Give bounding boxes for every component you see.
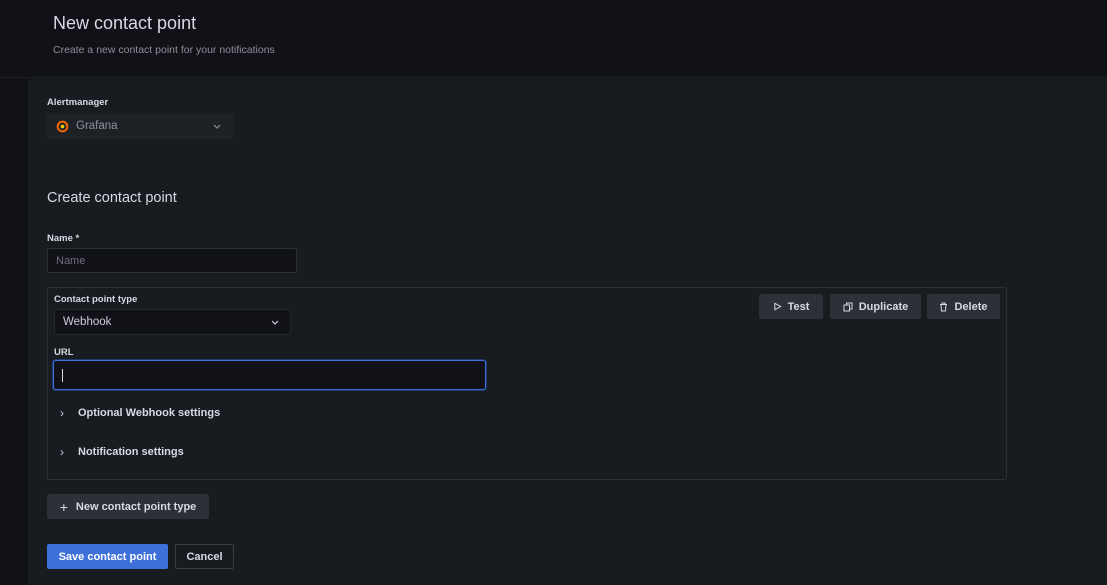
notification-settings-toggle[interactable]: › Notification settings <box>60 445 184 459</box>
delete-button-label: Delete <box>954 300 988 313</box>
alertmanager-select[interactable]: Grafana <box>47 113 233 139</box>
contact-point-panel: Contact point type Webhook Test Duplicat… <box>47 287 1007 480</box>
chevron-right-icon: › <box>60 445 64 459</box>
page-header: New contact point Create a new contact p… <box>0 0 1107 78</box>
trash-icon <box>940 302 948 311</box>
left-gutter <box>0 0 28 585</box>
url-input[interactable] <box>53 360 486 390</box>
test-button-label: Test <box>787 300 810 313</box>
section-title: Create contact point <box>47 190 177 206</box>
contact-point-type-selected-value: Webhook <box>63 316 112 328</box>
url-label: URL <box>54 347 74 358</box>
play-icon <box>773 302 782 311</box>
plus-icon: + <box>59 498 68 515</box>
chevron-down-icon <box>212 121 222 131</box>
cancel-button[interactable]: Cancel <box>175 544 234 569</box>
contact-point-type-label: Contact point type <box>54 294 138 305</box>
new-contact-point-type-button[interactable]: + New contact point type <box>47 494 209 519</box>
chevron-right-icon: › <box>60 406 64 420</box>
new-contact-point-type-label: New contact point type <box>75 500 197 513</box>
alertmanager-label: Alertmanager <box>47 97 109 108</box>
duplicate-button-label: Duplicate <box>858 300 909 313</box>
alertmanager-selected-value: Grafana <box>76 120 118 132</box>
name-input[interactable] <box>47 248 297 273</box>
notification-settings-label: Notification settings <box>78 446 184 458</box>
main-content: Alertmanager Grafana Create contact poin… <box>28 79 1107 585</box>
optional-webhook-settings-toggle[interactable]: › Optional Webhook settings <box>60 406 220 420</box>
save-contact-point-button[interactable]: Save contact point <box>47 544 168 569</box>
name-label: Name * <box>47 233 80 244</box>
duplicate-button[interactable]: Duplicate <box>830 294 921 319</box>
page-subtitle: Create a new contact point for your noti… <box>53 44 275 56</box>
text-caret <box>62 369 63 382</box>
grafana-logo-icon <box>56 120 69 132</box>
copy-icon <box>843 302 853 311</box>
delete-button[interactable]: Delete <box>927 294 1000 319</box>
chevron-down-icon <box>270 317 280 327</box>
optional-webhook-settings-label: Optional Webhook settings <box>78 407 221 419</box>
page-title: New contact point <box>53 13 197 33</box>
test-button[interactable]: Test <box>759 294 823 319</box>
contact-point-type-select[interactable]: Webhook <box>54 309 291 335</box>
